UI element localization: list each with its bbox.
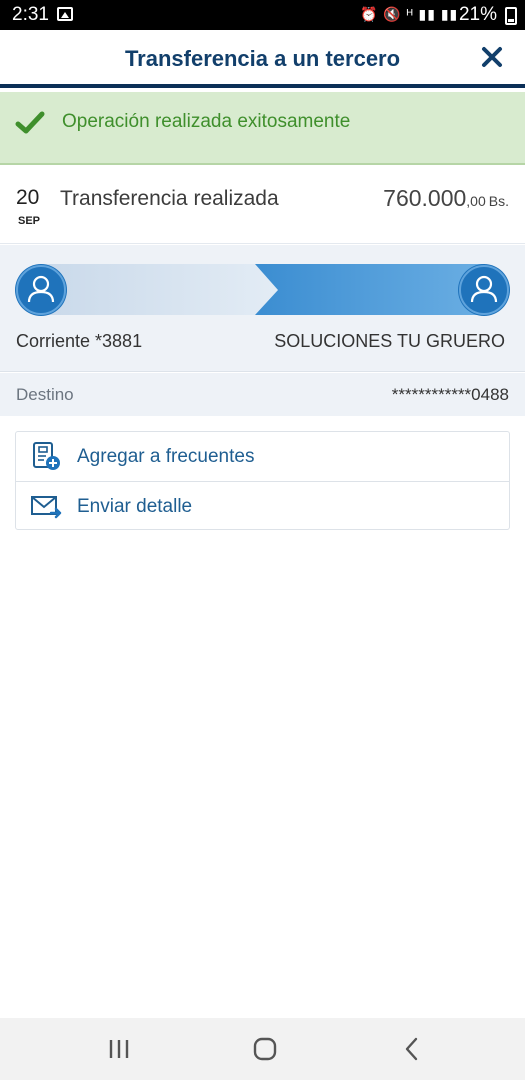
status-bar: 2:31 ⏰ 🔇 ᴴ ▮▮ ▮▮ 21% [0,0,525,30]
flow-bar-origin [40,264,278,315]
transaction-title: Transferencia realizada [60,187,279,210]
transfer-flow: Corriente *3881 SOLUCIONES TU GRUERO [0,245,525,372]
origin-account: Corriente *3881 [16,331,143,351]
gallery-notification-icon [57,7,73,21]
add-contact-icon [33,442,60,470]
send-detail-button[interactable]: Enviar detalle [16,481,509,530]
check-icon [15,111,45,134]
transaction-month: SEP [18,215,41,227]
battery-percentage: 21% [458,4,497,25]
destination-account: ************0488 [391,385,509,404]
close-icon[interactable] [477,42,507,72]
page-title: Transferencia a un tercero [124,46,401,71]
add-to-favorites-button[interactable]: Agregar a frecuentes [16,432,509,481]
amount-currency: Bs. [488,193,509,209]
success-banner: Operación realizada exitosamente [0,92,525,165]
actions-list: Agregar a frecuentes Enviar detalle [15,431,510,530]
home-icon[interactable] [250,1034,280,1064]
success-message: Operación realizada exitosamente [62,111,351,132]
flow-bar-destination [255,264,485,315]
battery-icon [505,7,517,25]
recent-apps-icon[interactable] [104,1034,134,1064]
transaction-summary: 20 SEP Transferencia realizada 760.000,0… [0,167,525,244]
amount-main: 760.000 [383,185,467,211]
destination-row: Destino ************0488 [0,373,525,416]
flow-graphic [15,264,510,316]
destination-user-icon [458,264,510,316]
system-nav-bar [0,1018,525,1080]
status-icons: ⏰ 🔇 ᴴ ▮▮ ▮▮ [360,6,459,22]
send-mail-icon [31,496,62,519]
destination-label: Destino [16,385,74,404]
origin-user-icon [15,264,67,316]
app-header: Transferencia a un tercero [0,30,525,88]
amount-decimals: ,00 [466,193,486,209]
send-detail-label: Enviar detalle [77,496,193,517]
back-icon[interactable] [397,1034,427,1064]
transaction-amount: 760.000,00 Bs. [383,185,509,212]
add-to-favorites-label: Agregar a frecuentes [77,446,255,467]
status-time: 2:31 [12,4,49,25]
transaction-day: 20 [16,186,40,209]
destination-name: SOLUCIONES TU GRUERO [274,331,505,351]
